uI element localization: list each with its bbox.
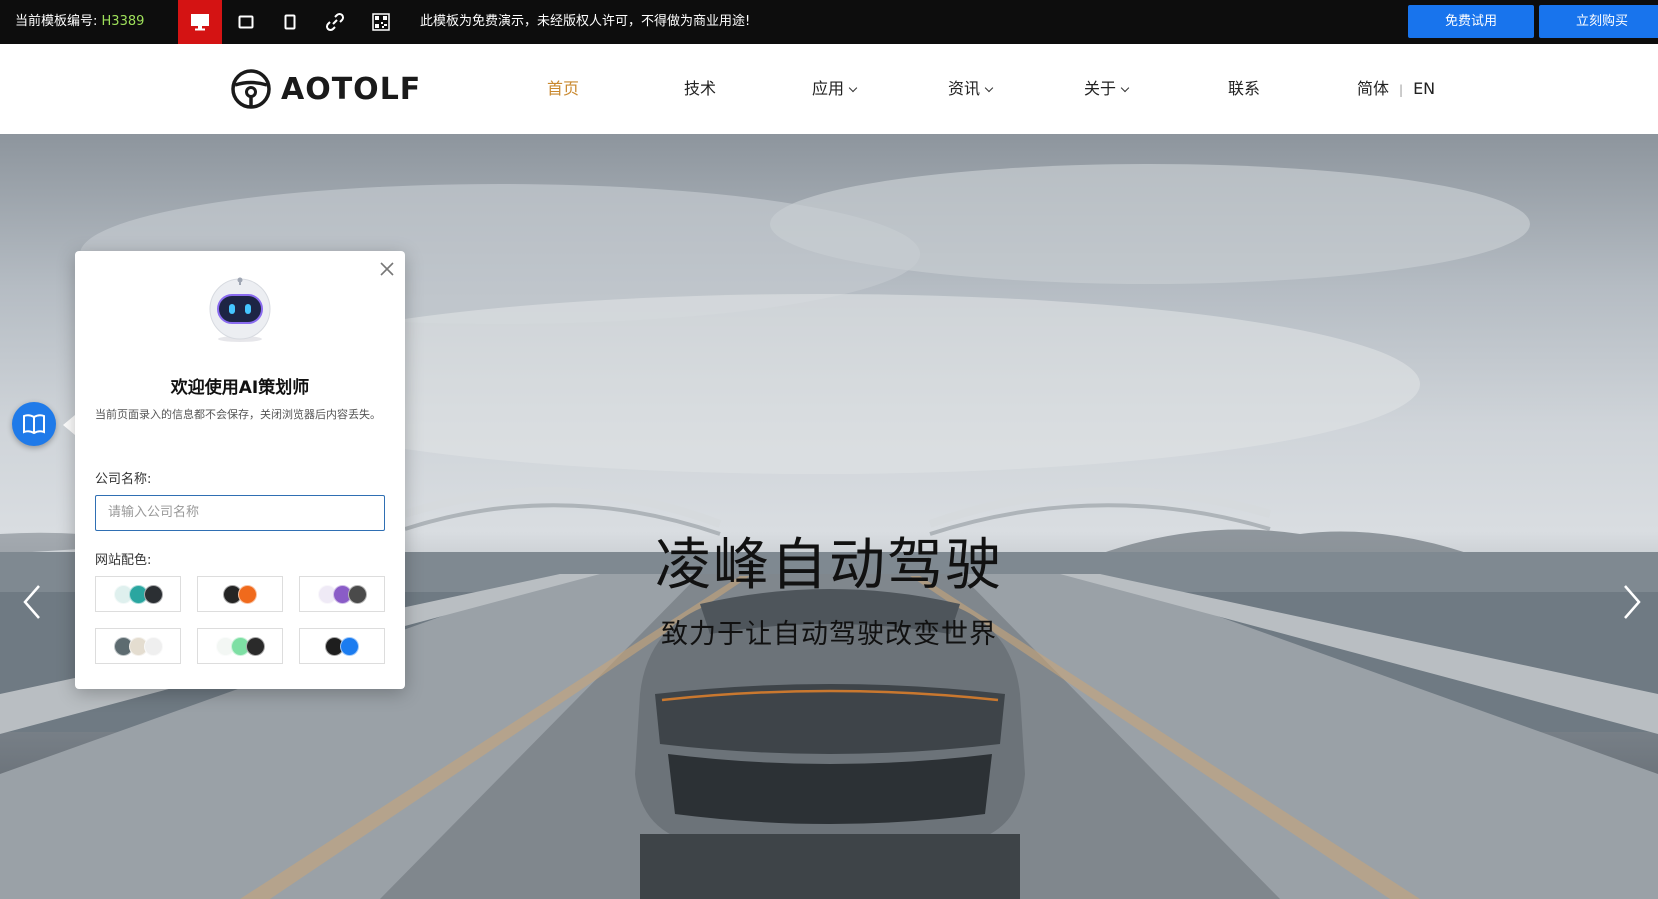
chevron-left-icon	[23, 585, 40, 619]
site-header: AOTOLF 首页 技术 应用 资讯 关于 联系 简体 | EN	[0, 44, 1658, 134]
company-name-input[interactable]: 请输入公司名称	[95, 495, 385, 531]
demo-notice: 此模板为免费演示，未经版权人许可，不得做为商业用途!	[420, 14, 751, 29]
nav-label: 联系	[1228, 79, 1261, 98]
nav-label: 应用	[812, 79, 845, 98]
palette-color-dot	[143, 636, 163, 656]
color-palette-option[interactable]	[197, 576, 283, 612]
chevron-down-icon	[1120, 83, 1130, 93]
nav-label: 关于	[1084, 79, 1117, 98]
chevron-right-icon	[1624, 585, 1641, 619]
palette-color-dot	[143, 584, 163, 604]
palette-color-dot	[245, 636, 265, 656]
steering-wheel-icon	[231, 69, 271, 109]
open-book-icon	[23, 414, 45, 435]
robot-icon	[209, 277, 271, 342]
qrcode-button[interactable]	[359, 0, 403, 44]
color-palette-option[interactable]	[95, 628, 181, 664]
color-palette-option[interactable]	[95, 576, 181, 612]
link-icon	[325, 12, 345, 32]
close-button[interactable]	[377, 259, 397, 279]
chevron-down-icon	[984, 83, 994, 93]
carousel-next-button[interactable]	[1617, 582, 1647, 622]
free-trial-button[interactable]: 免费试用	[1408, 5, 1534, 38]
site-logo[interactable]: AOTOLF	[230, 67, 421, 111]
tablet-portrait-icon	[284, 14, 296, 30]
copy-link-button[interactable]	[313, 0, 357, 44]
nav-item-about[interactable]: 关于	[1084, 44, 1130, 134]
logo-text: AOTOLF	[281, 71, 422, 107]
qrcode-icon	[372, 13, 390, 31]
palette-color-dot	[238, 584, 257, 604]
palette-color-dot	[340, 636, 359, 656]
template-code-label: 当前模板编号:	[15, 14, 98, 29]
nav-item-technology[interactable]: 技术	[684, 44, 716, 134]
palette-color-dot	[347, 584, 367, 604]
company-name-label: 公司名称:	[95, 472, 152, 487]
nav-label: 技术	[684, 79, 717, 98]
tablet-landscape-icon	[238, 15, 254, 29]
nav-label: 资讯	[948, 79, 981, 98]
desktop-view-button[interactable]	[178, 0, 222, 44]
nav-item-contact[interactable]: 联系	[1228, 44, 1260, 134]
panel-title: 欢迎使用AI策划师	[170, 378, 310, 398]
panel-pointer	[63, 415, 75, 435]
nav-label: 首页	[547, 79, 580, 98]
color-scheme-label: 网站配色:	[95, 553, 152, 568]
ai-planner-panel: 欢迎使用AI策划师 当前页面录入的信息都不会保存，关闭浏览器后内容丢失。 公司名…	[75, 251, 405, 689]
nav-item-news[interactable]: 资讯	[948, 44, 994, 134]
color-palette-option[interactable]	[197, 628, 283, 664]
tablet-landscape-view-button[interactable]	[224, 0, 268, 44]
lang-separator: |	[1399, 83, 1404, 97]
buy-now-button[interactable]: 立刻购买	[1539, 5, 1658, 38]
lang-en-link[interactable]: EN	[1413, 79, 1435, 98]
chevron-down-icon	[848, 83, 858, 93]
nav-item-home[interactable]: 首页	[547, 44, 579, 134]
language-switcher: 简体 | EN	[1357, 44, 1435, 134]
color-palette-option[interactable]	[299, 628, 385, 664]
close-icon	[380, 262, 394, 276]
template-code-value: H3389	[101, 14, 145, 29]
tablet-portrait-view-button[interactable]	[268, 0, 312, 44]
carousel-prev-button[interactable]	[17, 582, 47, 622]
nav-item-applications[interactable]: 应用	[812, 44, 858, 134]
ai-planner-toggle-button[interactable]	[12, 402, 56, 446]
panel-description: 当前页面录入的信息都不会保存，关闭浏览器后内容丢失。	[95, 408, 381, 421]
color-palette-option[interactable]	[299, 576, 385, 612]
demo-toolbar: 当前模板编号: H3389 此模板为免费演示，未经版权人许可，不得做为商业用途!…	[0, 0, 1658, 44]
template-code: 当前模板编号: H3389	[15, 0, 144, 44]
desktop-icon	[191, 14, 209, 31]
lang-cn-link[interactable]: 简体	[1357, 79, 1389, 98]
